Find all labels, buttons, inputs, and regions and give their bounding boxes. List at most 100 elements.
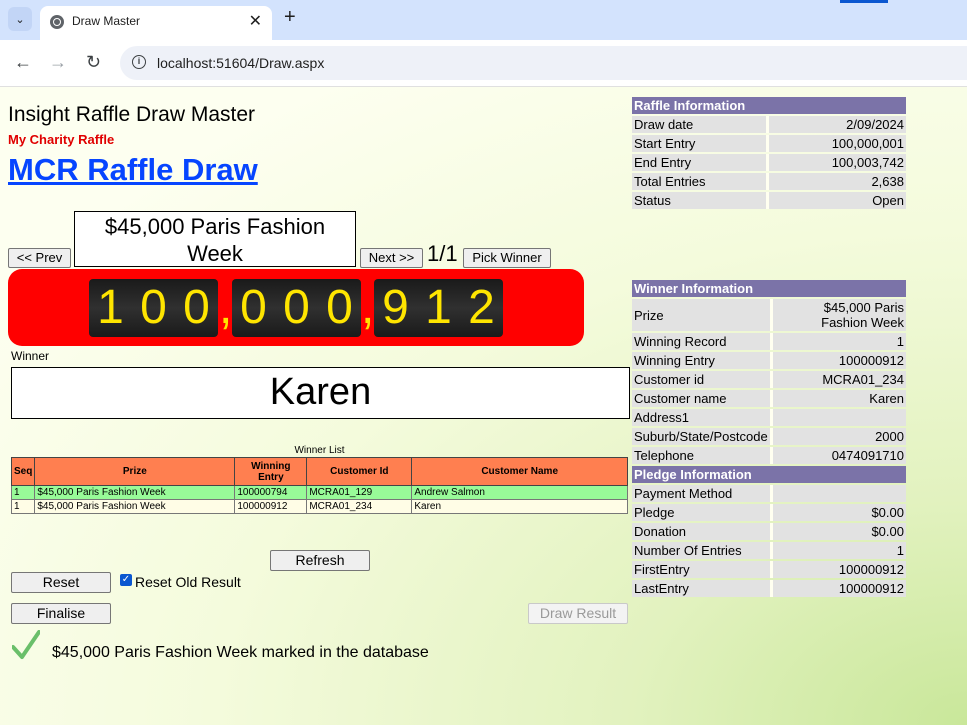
- info-row: Start Entry 100,000,001: [632, 135, 906, 152]
- address-bar: ← → ↻ i localhost:51604/Draw.aspx: [0, 40, 967, 87]
- info-row: Status Open: [632, 192, 906, 209]
- draw-result-button[interactable]: Draw Result: [528, 603, 628, 624]
- info-label: Customer name: [632, 390, 770, 407]
- info-value: 100000912: [770, 352, 906, 369]
- cell: 1: [10, 499, 36, 514]
- info-value: $0.00: [770, 523, 906, 540]
- info-value: 100000912: [770, 580, 906, 597]
- winner-name: Karen: [11, 367, 630, 419]
- digit: 0: [326, 281, 353, 334]
- info-label: Status: [632, 192, 766, 209]
- digit: 1: [425, 281, 452, 334]
- info-value: 100,003,742: [766, 154, 906, 171]
- info-label: End Entry: [632, 154, 766, 171]
- info-value: 2000: [770, 428, 906, 445]
- app-title: Insight Raffle Draw Master: [8, 103, 256, 126]
- column-header: Customer Name: [411, 457, 628, 486]
- draw-number-display: 1 0 0 , 0 0 0 , 9 1 2: [8, 269, 584, 346]
- digit: 0: [283, 281, 310, 334]
- info-row: Prize $45,000 Paris Fashion Week: [632, 299, 906, 331]
- column-header: Prize: [34, 457, 236, 486]
- reload-icon[interactable]: ↻: [86, 52, 101, 73]
- info-value: 100,000,001: [766, 135, 906, 152]
- profile-indicator: [840, 0, 888, 3]
- refresh-button[interactable]: Refresh: [270, 550, 370, 571]
- close-tab-icon[interactable]: ✕: [249, 11, 262, 31]
- new-tab-icon[interactable]: +: [284, 6, 296, 29]
- info-value: $0.00: [770, 504, 906, 521]
- info-row: Customer name Karen: [632, 390, 906, 407]
- status-message: $45,000 Paris Fashion Week marked in the…: [52, 644, 429, 661]
- table-row[interactable]: 1 $45,000 Paris Fashion Week 100000912 M…: [10, 499, 628, 514]
- info-value: MCRA01_234: [770, 371, 906, 388]
- info-label: Start Entry: [632, 135, 766, 152]
- raffle-info-title: Raffle Information: [632, 97, 906, 114]
- info-value: Open: [766, 192, 906, 209]
- url-field[interactable]: i localhost:51604/Draw.aspx: [120, 46, 967, 80]
- cell: Karen: [411, 499, 628, 514]
- digit: 0: [183, 281, 210, 334]
- page: Insight Raffle Draw Master My Charity Ra…: [0, 87, 967, 725]
- raffle-info-table: Raffle Information Draw date 2/09/2024 St…: [632, 95, 906, 211]
- back-icon[interactable]: ←: [14, 52, 32, 73]
- forward-icon[interactable]: →: [49, 52, 67, 73]
- info-label: Payment Method: [632, 485, 770, 502]
- info-value: 0474091710: [770, 447, 906, 464]
- cell: MCRA01_129: [306, 485, 413, 500]
- draw-title-link[interactable]: MCR Raffle Draw: [8, 152, 258, 188]
- info-value: 2,638: [766, 173, 906, 190]
- info-value: 2/09/2024: [766, 116, 906, 133]
- cell: $45,000 Paris Fashion Week: [34, 485, 236, 500]
- digit: 0: [240, 281, 267, 334]
- digit: 2: [468, 281, 495, 334]
- info-label: Total Entries: [632, 173, 766, 190]
- cell: 100000912: [234, 499, 308, 514]
- info-row: Total Entries 2,638: [632, 173, 906, 190]
- info-row: Customer id MCRA01_234: [632, 371, 906, 388]
- reset-old-label: Reset Old Result: [135, 574, 241, 590]
- winner-list-caption: Winner List: [294, 445, 345, 456]
- info-row: Number Of Entries 1: [632, 542, 906, 559]
- finalise-button[interactable]: Finalise: [11, 603, 111, 624]
- info-label: Prize: [632, 299, 770, 331]
- digit-group: 9 1 2: [374, 279, 503, 337]
- prev-button[interactable]: << Prev: [8, 248, 71, 268]
- digit-group: 0 0 0: [232, 279, 361, 337]
- table-row[interactable]: 1 $45,000 Paris Fashion Week 100000794 M…: [10, 485, 628, 500]
- checkmark-icon: [12, 630, 40, 659]
- info-row: Pledge $0.00: [632, 504, 906, 521]
- globe-icon: [50, 15, 64, 29]
- info-row: Suburb/State/Postcode 2000: [632, 428, 906, 445]
- pledge-info-title: Pledge Information: [632, 466, 906, 483]
- info-row: Draw date 2/09/2024: [632, 116, 906, 133]
- info-value: 1: [770, 333, 906, 350]
- info-label: Customer id: [632, 371, 770, 388]
- browser-tab[interactable]: Draw Master ✕: [40, 6, 272, 40]
- info-label: Pledge: [632, 504, 770, 521]
- digit: 0: [140, 281, 167, 334]
- info-label: LastEntry: [632, 580, 770, 597]
- digit-group: 1 0 0: [89, 279, 218, 337]
- reset-button[interactable]: Reset: [11, 572, 111, 593]
- reset-old-checkbox[interactable]: ✓: [120, 574, 132, 586]
- info-label: Winning Record: [632, 333, 770, 350]
- winner-info-table: Winner Information Prize $45,000 Paris Fa…: [632, 278, 906, 599]
- info-row: Donation $0.00: [632, 523, 906, 540]
- prize-counter: 1/1: [427, 241, 458, 266]
- info-value: [770, 409, 906, 426]
- info-value: [770, 485, 906, 502]
- site-info-icon[interactable]: i: [132, 55, 146, 69]
- browser-tab-bar: ⌄ Draw Master ✕ +: [0, 0, 967, 40]
- info-label: Number Of Entries: [632, 542, 770, 559]
- info-label: Telephone: [632, 447, 770, 464]
- info-value: Karen: [770, 390, 906, 407]
- digit: 9: [382, 281, 409, 334]
- winner-list-table: Seq Prize Winning Entry Customer Id Cust…: [10, 457, 628, 514]
- next-button[interactable]: Next >>: [360, 248, 423, 268]
- column-header: Customer Id: [306, 457, 413, 486]
- tab-search-icon[interactable]: ⌄: [8, 7, 32, 31]
- tab-title: Draw Master: [72, 14, 141, 28]
- winner-info-title: Winner Information: [632, 280, 906, 297]
- info-value: 100000912: [770, 561, 906, 578]
- pick-winner-button[interactable]: Pick Winner: [463, 248, 551, 268]
